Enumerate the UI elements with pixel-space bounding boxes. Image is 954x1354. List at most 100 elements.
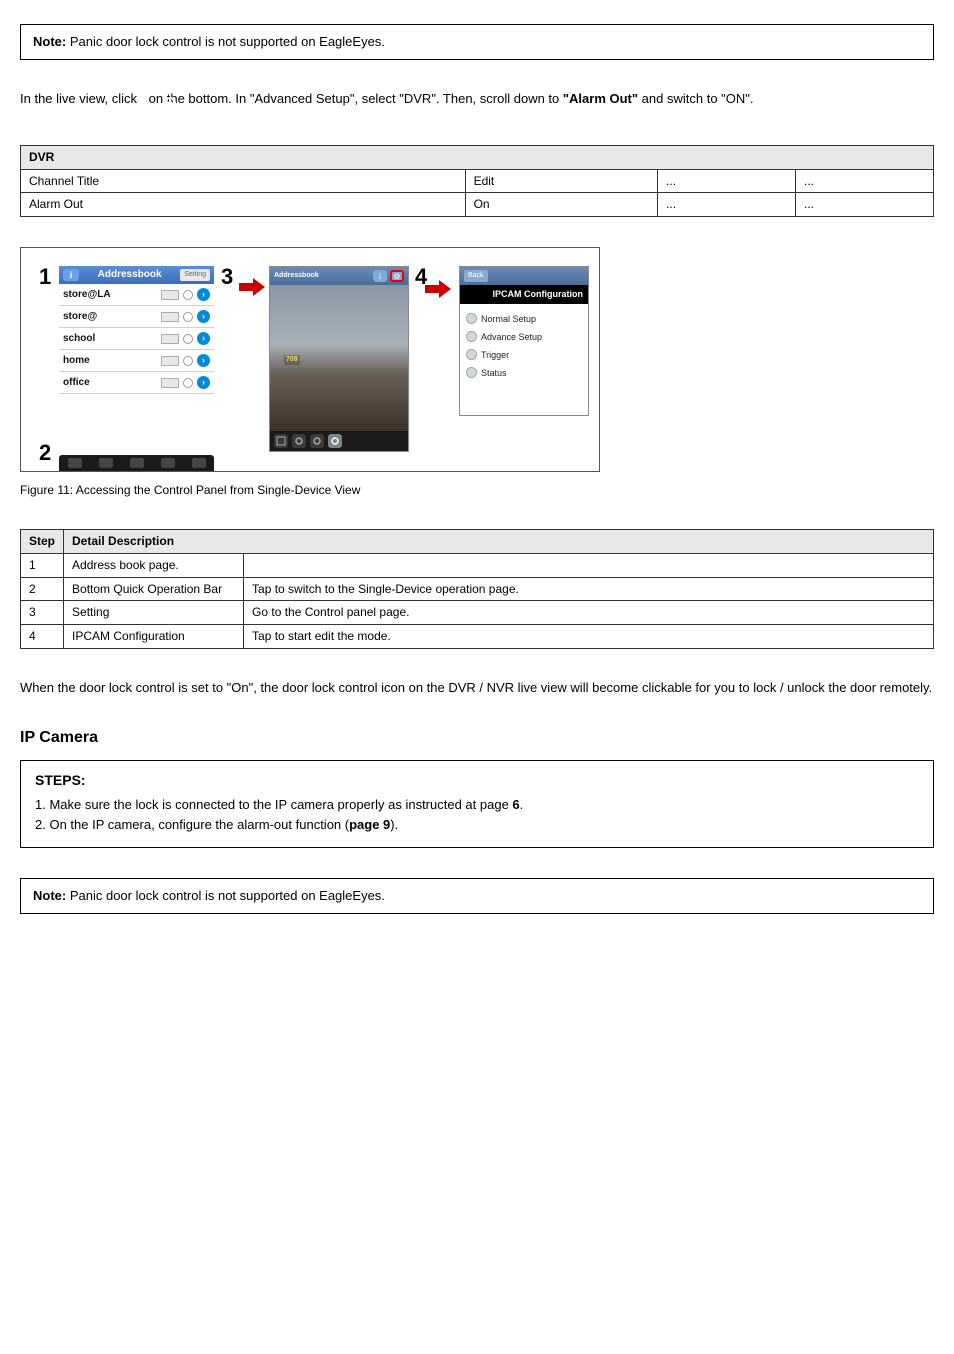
live-view-pane: Addressbook i ⚙ 708 bbox=[269, 266, 409, 452]
step2-post: ). bbox=[390, 817, 398, 832]
info-icon[interactable]: i bbox=[373, 270, 387, 282]
step2-link[interactable]: page 9 bbox=[349, 817, 390, 832]
chevron-right-icon[interactable]: › bbox=[197, 288, 210, 301]
screenshot-figure: 1 2 3 4 i Addressbook Setting store@LA ›… bbox=[20, 247, 934, 472]
config-item-advance-setup[interactable]: Advance Setup bbox=[466, 328, 582, 346]
status-dot-icon bbox=[183, 290, 193, 300]
gear-icon bbox=[466, 331, 477, 342]
status-dot-icon bbox=[183, 312, 193, 322]
config-item-normal-setup[interactable]: Normal Setup bbox=[466, 310, 582, 328]
thumb-icon bbox=[161, 290, 179, 300]
screenshot-composite: 1 2 3 4 i Addressbook Setting store@LA ›… bbox=[20, 247, 600, 472]
section-path: In the live view, click on the bottom. I… bbox=[20, 90, 934, 109]
dvr-settings-table: DVR Channel Title Edit ... ... Alarm Out… bbox=[20, 145, 934, 217]
table2-cell: 2 bbox=[21, 577, 64, 601]
table1-header: DVR bbox=[21, 145, 934, 169]
dock-icon[interactable] bbox=[192, 458, 206, 468]
dock-icon[interactable] bbox=[68, 458, 82, 468]
status-dot-icon bbox=[183, 378, 193, 388]
table2-cell: Go to the Control panel page. bbox=[244, 601, 934, 625]
camera-view: 708 bbox=[270, 285, 408, 433]
arrow-right-icon bbox=[425, 280, 451, 303]
table1-r2c1: Alarm Out bbox=[21, 193, 466, 217]
table2-cell: Address book page. bbox=[64, 553, 244, 577]
note-label: Note: bbox=[33, 34, 70, 49]
addressbook-item[interactable]: office › bbox=[59, 372, 214, 394]
dock-icon[interactable] bbox=[99, 458, 113, 468]
status-dot-icon bbox=[183, 334, 193, 344]
step2-pre: 2. On the IP camera, configure the alarm… bbox=[35, 817, 349, 832]
step1-pre: 1. Make sure the lock is connected to th… bbox=[35, 797, 512, 812]
addressbook-item[interactable]: store@LA › bbox=[59, 284, 214, 306]
addressbook-header: i Addressbook Setting bbox=[59, 266, 214, 284]
gear-icon bbox=[466, 349, 477, 360]
addressbook-pane: i Addressbook Setting store@LA › store@ … bbox=[59, 266, 214, 394]
path-bold: "Alarm Out" bbox=[563, 91, 638, 106]
addressbook-item[interactable]: store@ › bbox=[59, 306, 214, 328]
toolbar-icon[interactable] bbox=[274, 434, 288, 448]
note-label: Note: bbox=[33, 888, 70, 903]
setting-button[interactable]: Setting bbox=[180, 269, 210, 281]
note-box-top: Note: Panic door lock control is not sup… bbox=[20, 24, 934, 60]
table1-r2c3: ... bbox=[658, 193, 796, 217]
table2-cell: 3 bbox=[21, 601, 64, 625]
addressbook-item-label: store@LA bbox=[63, 288, 111, 302]
config-list: Normal Setup Advance Setup Trigger Statu… bbox=[460, 304, 588, 388]
table2-cell: 4 bbox=[21, 625, 64, 649]
addressbook-title: Addressbook bbox=[98, 268, 162, 282]
note-text: Panic door lock control is not supported… bbox=[70, 888, 385, 903]
step1-link[interactable]: 6 bbox=[512, 797, 519, 812]
gear-icon[interactable] bbox=[310, 434, 324, 448]
gear-icon bbox=[466, 367, 477, 378]
steps-table: Step Detail Description 1 Address book p… bbox=[20, 529, 934, 649]
toolbar-icon[interactable] bbox=[328, 434, 342, 448]
path-suffix: and switch to "ON". bbox=[642, 91, 754, 106]
addressbook-item-label: school bbox=[63, 332, 95, 346]
chevron-right-icon[interactable]: › bbox=[197, 354, 210, 367]
thumb-icon bbox=[161, 378, 179, 388]
config-item-trigger[interactable]: Trigger bbox=[466, 346, 582, 364]
config-item-label: Normal Setup bbox=[481, 313, 536, 326]
config-item-label: Trigger bbox=[481, 349, 509, 362]
chevron-right-icon[interactable]: › bbox=[197, 310, 210, 323]
config-item-label: Advance Setup bbox=[481, 331, 542, 344]
thumb-icon bbox=[161, 312, 179, 322]
note-text: Panic door lock control is not supported… bbox=[70, 34, 385, 49]
body-paragraph: When the door lock control is set to "On… bbox=[20, 679, 934, 697]
chevron-right-icon[interactable]: › bbox=[197, 332, 210, 345]
table2-cell: Tap to switch to the Single-Device opera… bbox=[244, 577, 934, 601]
dock-icon[interactable] bbox=[130, 458, 144, 468]
table2-cell: Setting bbox=[64, 601, 244, 625]
config-title: IPCAM Configuration bbox=[460, 285, 588, 304]
table2-cell: 1 bbox=[21, 553, 64, 577]
figure-caption: Figure 11: Accessing the Control Panel f… bbox=[20, 482, 934, 499]
chevron-right-icon[interactable]: › bbox=[197, 376, 210, 389]
table2-cell bbox=[244, 553, 934, 577]
table2-cell: Tap to start edit the mode. bbox=[244, 625, 934, 649]
table2-cell: IPCAM Configuration bbox=[64, 625, 244, 649]
gear-icon[interactable] bbox=[292, 434, 306, 448]
info-icon[interactable]: i bbox=[63, 269, 79, 281]
note-box-bottom: Note: Panic door lock control is not sup… bbox=[20, 878, 934, 914]
addressbook-item-label: home bbox=[63, 354, 90, 368]
thumb-icon bbox=[161, 356, 179, 366]
config-item-status[interactable]: Status bbox=[466, 364, 582, 382]
table1-r1c1: Channel Title bbox=[21, 169, 466, 193]
addressbook-item[interactable]: home › bbox=[59, 350, 214, 372]
addressbook-item[interactable]: school › bbox=[59, 328, 214, 350]
table1-r2c2: On bbox=[465, 193, 657, 217]
step-marker-1: 1 bbox=[39, 262, 51, 293]
gear-icon[interactable]: ⚙ bbox=[390, 270, 404, 282]
config-pane: Back IPCAM Configuration Normal Setup Ad… bbox=[459, 266, 589, 416]
live-view-header: Addressbook i ⚙ bbox=[270, 267, 408, 285]
step-marker-3: 3 bbox=[221, 262, 233, 293]
addressbook-item-label: office bbox=[63, 376, 90, 390]
step1-post: . bbox=[520, 797, 524, 812]
ip-camera-heading: IP Camera bbox=[20, 727, 934, 749]
back-button[interactable]: Back bbox=[464, 270, 488, 282]
bottom-quick-bar[interactable] bbox=[59, 455, 214, 471]
status-dot-icon bbox=[183, 356, 193, 366]
table2-h2: Detail Description bbox=[64, 530, 934, 554]
steps-title: STEPS: bbox=[35, 771, 919, 791]
dock-icon[interactable] bbox=[161, 458, 175, 468]
